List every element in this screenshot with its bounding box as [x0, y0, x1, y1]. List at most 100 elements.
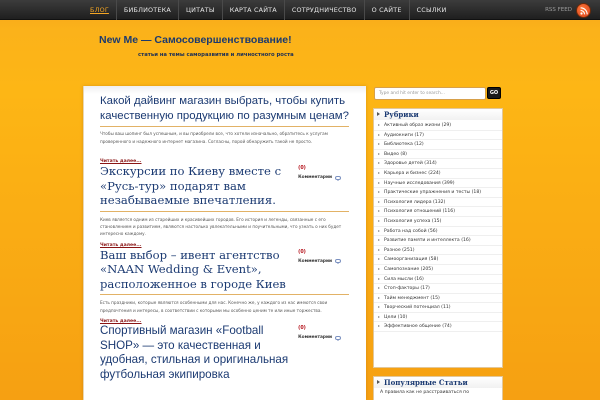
category-label[interactable]: Активный образ жизни (29) [384, 123, 451, 128]
category-item[interactable]: Психология лидера (132) [374, 198, 502, 208]
rss-icon[interactable] [576, 2, 591, 18]
category-label[interactable]: Эффективное общение (74) [384, 324, 452, 329]
category-item[interactable]: Аудиокниги (17) [374, 131, 502, 141]
nav-item-sitemap[interactable]: КАРТА САЙТА [223, 0, 285, 20]
category-label[interactable]: Самопознание (205) [384, 267, 433, 272]
category-item[interactable]: Эффективное общение (74) [374, 322, 502, 333]
nav-item-links[interactable]: ССЫЛКИ [410, 0, 454, 20]
category-label[interactable]: Цели (10) [384, 315, 407, 320]
search-button[interactable]: GO [487, 87, 501, 99]
category-item[interactable]: Разное (251) [374, 246, 502, 256]
arrow-right-icon [378, 296, 380, 299]
category-item[interactable]: Видео (8) [374, 150, 502, 160]
category-label[interactable]: Развитие памяти и интеллекта (16) [384, 238, 471, 243]
post-4: (0) Комментарии Спортивный магазин «Foot… [84, 324, 366, 382]
arrow-right-icon [378, 229, 380, 232]
category-label[interactable]: Аудиокниги (17) [384, 133, 424, 138]
category-item[interactable]: Стоп-факторы (17) [374, 284, 502, 294]
comment-count[interactable]: (0) [298, 166, 341, 171]
category-item[interactable]: Творческий потенциал (11) [374, 303, 502, 313]
category-label[interactable]: Психология отношений (116) [384, 209, 455, 214]
comment-count[interactable]: (0) [298, 326, 341, 331]
category-label[interactable]: Разное (251) [384, 248, 414, 253]
category-label[interactable]: Здоровье детей (314) [384, 161, 437, 166]
category-label[interactable]: Психология успеха (15) [384, 219, 441, 224]
post-title[interactable]: Экскурсии по Киеву вместе с «Русь-тур» п… [100, 164, 290, 208]
sidebar: Type and hit enter to search... GO Рубри… [370, 86, 506, 400]
rss-label[interactable]: RSS FEED [545, 7, 572, 13]
arrow-right-icon [378, 143, 380, 146]
category-item[interactable]: Цели (10) [374, 313, 502, 323]
comments-link[interactable]: Комментарии [298, 335, 341, 341]
category-label[interactable]: Видео (8) [384, 152, 407, 157]
nav-item-cooperation[interactable]: СОТРУДНИЧЕСТВО [285, 0, 365, 20]
arrow-right-icon [378, 124, 380, 126]
category-label[interactable]: Творческий потенциал (11) [384, 305, 451, 310]
category-item[interactable]: Практические упражнения и тесты (18) [374, 188, 502, 198]
popular-post-link[interactable]: А правила как не расстраиваться по [374, 388, 502, 395]
category-item[interactable]: Тайм менеджмент (15) [374, 294, 502, 304]
category-item[interactable]: Сила мысли (16) [374, 275, 502, 285]
nav-link-cooperation[interactable]: СОТРУДНИЧЕСТВО [292, 6, 357, 14]
nav-item-quotes[interactable]: ЦИТАТЫ [179, 0, 223, 20]
category-label[interactable]: Психология лидера (132) [384, 200, 445, 205]
comments-label[interactable]: Комментарии [298, 259, 332, 264]
category-label[interactable]: Сила мысли (16) [384, 277, 424, 282]
category-label[interactable]: Стоп-факторы (17) [384, 286, 430, 291]
nav-link-quotes[interactable]: ЦИТАТЫ [186, 6, 215, 14]
arrow-right-icon [378, 239, 380, 242]
category-item[interactable]: Здоровье детей (314) [374, 159, 502, 169]
post-title[interactable]: Какой дайвинг магазин выбрать, чтобы куп… [100, 94, 349, 123]
nav-link-library[interactable]: БИБЛИОТЕКА [124, 6, 171, 14]
nav-item-blog[interactable]: БЛОГ [83, 0, 117, 20]
arrow-right-icon [378, 325, 380, 328]
arrow-right-icon [378, 152, 380, 155]
category-label[interactable]: Тайм менеджмент (15) [384, 296, 440, 301]
arrow-right-icon [378, 133, 380, 136]
post-title[interactable]: Спортивный магазин «Football SHOP» — это… [100, 324, 300, 382]
nav-item-about[interactable]: О САЙТЕ [365, 0, 410, 20]
category-item[interactable]: Научные исследования (399) [374, 179, 502, 189]
arrow-right-icon [378, 277, 380, 280]
category-item[interactable]: Психология успеха (15) [374, 217, 502, 227]
nav-item-library[interactable]: БИБЛИОТЕКА [117, 0, 179, 20]
category-label[interactable]: Карьера и бизнес (224) [384, 171, 441, 176]
nav-link-links[interactable]: ССЫЛКИ [417, 6, 447, 14]
category-item[interactable]: Развитие памяти и интеллекта (16) [374, 236, 502, 246]
nav-link-about[interactable]: О САЙТЕ [372, 6, 402, 14]
category-item[interactable]: Карьера и бизнес (224) [374, 169, 502, 179]
main-content: Какой дайвинг магазин выбрать, чтобы куп… [83, 86, 366, 400]
post-meta: (0) Комментарии [298, 250, 341, 265]
nav-link-blog[interactable]: БЛОГ [90, 6, 109, 14]
category-item[interactable]: Библиотека (12) [374, 140, 502, 150]
category-item[interactable]: Активный образ жизни (29) [374, 121, 502, 131]
arrow-right-icon [378, 171, 380, 174]
category-item[interactable]: Самоорганизация (58) [374, 255, 502, 265]
arrow-right-icon [378, 306, 380, 309]
category-list: Активный образ жизни (29) Аудиокниги (17… [374, 120, 502, 333]
comment-count[interactable]: (0) [298, 250, 341, 255]
comments-label[interactable]: Комментарии [298, 335, 332, 340]
rss-feed[interactable]: RSS FEED [545, 2, 591, 18]
category-item[interactable]: Самопознание (205) [374, 265, 502, 275]
search-input[interactable]: Type and hit enter to search... [374, 87, 486, 100]
post-title[interactable]: Ваш выбор – ивент агентство «NAAN Weddin… [100, 248, 290, 292]
comments-link[interactable]: Комментарии [298, 259, 341, 265]
arrow-right-icon [378, 191, 380, 194]
post-divider [100, 294, 349, 296]
arrow-right-icon [378, 181, 380, 184]
arrow-right-icon [378, 248, 380, 251]
category-label[interactable]: Работа над собой (56) [384, 229, 438, 234]
nav-link-sitemap[interactable]: КАРТА САЙТА [230, 6, 277, 14]
arrow-right-icon [378, 162, 380, 165]
category-item[interactable]: Психология отношений (116) [374, 207, 502, 217]
category-label[interactable]: Научные исследования (399) [384, 181, 455, 186]
site-title[interactable]: New Me — Самосовершенствование! [99, 34, 292, 46]
category-label[interactable]: Самоорганизация (58) [384, 257, 438, 262]
category-label[interactable]: Практические упражнения и тесты (18) [384, 190, 481, 195]
comments-label[interactable]: Комментарии [298, 175, 332, 180]
category-item[interactable]: Работа над собой (56) [374, 227, 502, 237]
comments-link[interactable]: Комментарии [298, 175, 341, 181]
category-label[interactable]: Библиотека (12) [384, 142, 424, 147]
post-excerpt: Киев является одним из старейших и краси… [100, 216, 342, 237]
